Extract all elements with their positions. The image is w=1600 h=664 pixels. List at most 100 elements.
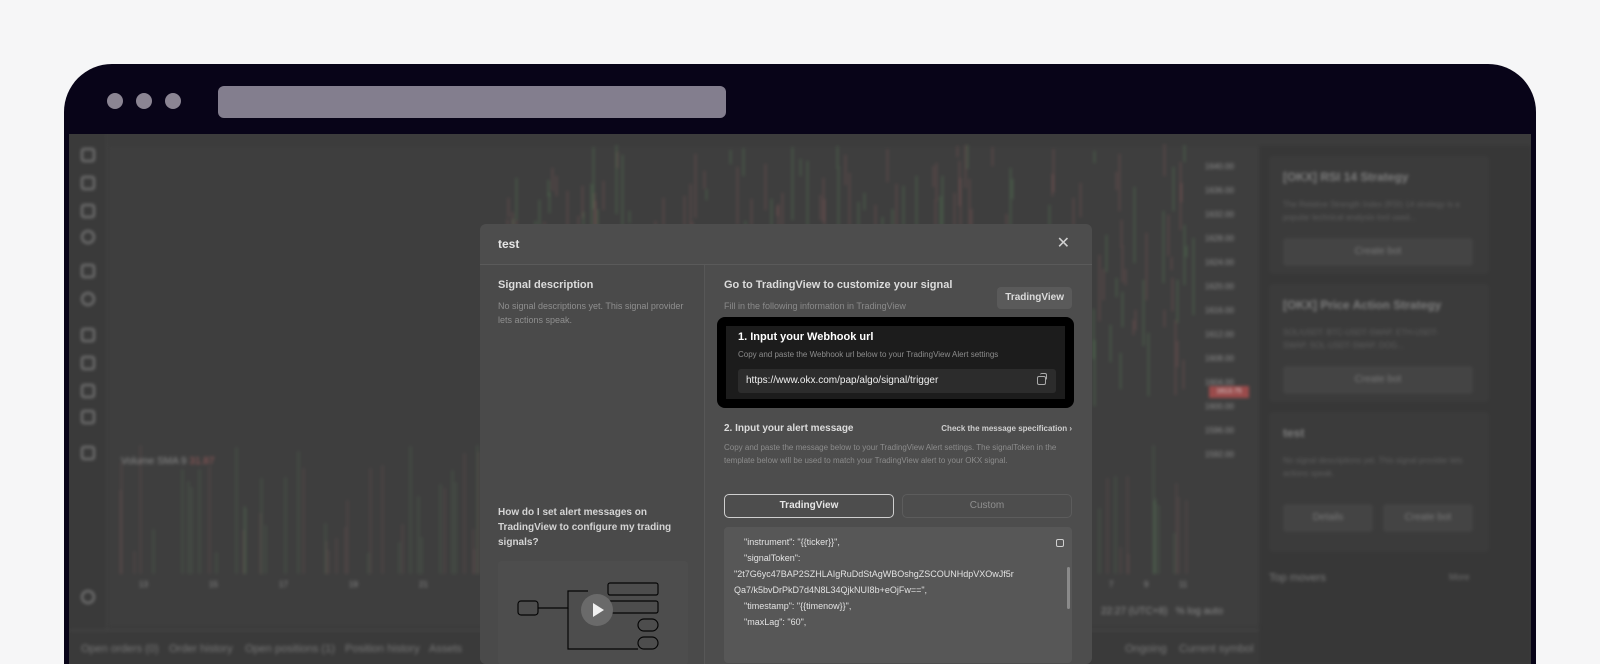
emoji-tool-icon[interactable] bbox=[81, 230, 95, 244]
candle-wick bbox=[552, 168, 554, 191]
code-line: "timestamp": "{{timenow}}", bbox=[744, 601, 852, 611]
code-line: "2t7G6yc47BAP2SZHLAIgRuDdStAgWBOshgZSCOU… bbox=[734, 569, 1014, 579]
strategy-card: [OKX] RSI 14 Strategy The Relative Stren… bbox=[1269, 156, 1489, 274]
current-symbol-toggle[interactable]: Current symbol bbox=[1179, 643, 1254, 655]
address-bar[interactable] bbox=[218, 86, 726, 118]
text-tool-icon[interactable] bbox=[81, 148, 95, 162]
signal-description-text: No signal descriptions yet. This signal … bbox=[498, 301, 684, 325]
webhook-url-text: https://www.okx.com/pap/algo/signal/trig… bbox=[746, 375, 939, 386]
candle-wick bbox=[694, 154, 696, 218]
candle-wick bbox=[592, 146, 594, 210]
close-icon[interactable]: ✕ bbox=[1057, 236, 1070, 252]
details-button[interactable]: Details bbox=[1283, 504, 1373, 532]
axis-options[interactable]: % log auto bbox=[1176, 606, 1223, 617]
tab-assets[interactable]: Assets bbox=[429, 643, 462, 655]
alert-message-title: 2. Input your alert message bbox=[724, 423, 854, 434]
tab-order-history[interactable]: Order history bbox=[169, 643, 233, 655]
candle-wick bbox=[1143, 280, 1145, 346]
ruler-tool-icon[interactable] bbox=[81, 264, 95, 278]
candle-wick bbox=[1094, 339, 1096, 407]
pattern-tool-icon[interactable] bbox=[81, 176, 95, 190]
candle-wick bbox=[1164, 310, 1166, 328]
time-tick: 11 bbox=[1179, 580, 1188, 589]
tab-open-orders[interactable]: Open orders (0) bbox=[81, 643, 159, 655]
code-line: "instrument": "{{ticker}}", bbox=[744, 537, 840, 547]
favorite-tool-icon[interactable] bbox=[81, 590, 95, 604]
play-icon[interactable] bbox=[581, 594, 613, 626]
candle-wick bbox=[1163, 144, 1165, 177]
candle-wick bbox=[1172, 167, 1174, 211]
signal-modal: test ✕ Signal description No signal desc… bbox=[480, 224, 1092, 664]
strategy-desc: The Relative Strength Index (RSI) 14 str… bbox=[1283, 200, 1460, 222]
candle-wick bbox=[1102, 269, 1104, 300]
create-bot-button[interactable]: Create bot bbox=[1283, 238, 1473, 266]
candle-wick bbox=[964, 144, 966, 189]
price-tick: 1608.00 bbox=[1205, 354, 1234, 363]
time-tick: 15 bbox=[209, 580, 218, 589]
candle-wick bbox=[864, 193, 865, 211]
time-tick: 21 bbox=[419, 580, 428, 589]
magnet-tool-icon[interactable] bbox=[81, 328, 95, 342]
strategy-panel: [OKX] RSI 14 Strategy The Relative Stren… bbox=[1259, 146, 1531, 664]
candle-wick bbox=[582, 185, 583, 218]
strategy-desc: SOL/USDT: BTC-USDT-SWAP, ETH-USDT-SWAP, … bbox=[1283, 328, 1439, 350]
volume-bar bbox=[454, 481, 456, 574]
webhook-url-field[interactable]: https://www.okx.com/pap/algo/signal/trig… bbox=[738, 369, 1056, 393]
volume-bar bbox=[418, 496, 420, 574]
candle-wick bbox=[820, 194, 822, 221]
volume-bar bbox=[444, 488, 446, 574]
price-tick: 1628.00 bbox=[1205, 234, 1234, 243]
candle-wick bbox=[1119, 352, 1121, 390]
webhook-subtitle: Copy and paste the Webhook url below to … bbox=[738, 350, 999, 359]
volume-bar bbox=[421, 537, 423, 574]
volume-bar bbox=[134, 550, 136, 574]
trash-icon[interactable] bbox=[81, 446, 95, 460]
tab-open-positions[interactable]: Open positions (1) bbox=[245, 643, 335, 655]
lock-icon[interactable] bbox=[81, 384, 95, 398]
volume-bar bbox=[452, 469, 454, 574]
volume-bar bbox=[1098, 508, 1100, 574]
zoom-tool-icon[interactable] bbox=[81, 292, 95, 306]
candle-wick bbox=[1080, 183, 1082, 218]
volume-bar bbox=[181, 468, 183, 574]
fib-tool-icon[interactable] bbox=[81, 204, 95, 218]
alert-message-desc: Copy and paste the message below to your… bbox=[724, 443, 1057, 465]
message-spec-link[interactable]: Check the message specification › bbox=[941, 424, 1072, 433]
candle-wick bbox=[1147, 333, 1149, 396]
volume-bar bbox=[243, 505, 245, 574]
copy-icon[interactable] bbox=[1037, 373, 1047, 385]
create-bot-button[interactable]: Create bot bbox=[1383, 504, 1473, 532]
candle-wick bbox=[1115, 172, 1117, 191]
candle-wick bbox=[622, 155, 624, 231]
candle-wick bbox=[617, 152, 619, 168]
tab-custom[interactable]: Custom bbox=[902, 494, 1072, 518]
window-dot-icon bbox=[136, 93, 152, 109]
more-link[interactable]: More bbox=[1449, 572, 1470, 582]
volume-bar bbox=[439, 483, 441, 574]
volume-bar bbox=[120, 490, 122, 574]
volume-bar bbox=[188, 480, 190, 574]
code-scrollbar[interactable] bbox=[1067, 567, 1070, 609]
volume-bar bbox=[370, 467, 372, 574]
candle-wick bbox=[1184, 145, 1186, 162]
volume-bar bbox=[152, 529, 154, 574]
window-dot-icon bbox=[165, 93, 181, 109]
tradingview-button[interactable]: TradingView bbox=[997, 287, 1072, 309]
create-bot-button[interactable]: Create bot bbox=[1283, 366, 1473, 394]
eye-icon[interactable] bbox=[81, 410, 95, 424]
copy-code-icon[interactable] bbox=[1056, 539, 1064, 547]
webhook-title: 1. Input your Webhook url bbox=[738, 331, 874, 343]
price-tick: 1612.00 bbox=[1205, 330, 1234, 339]
candle-wick bbox=[1181, 183, 1183, 202]
volume-sma: SMA 9 bbox=[157, 456, 187, 467]
tab-position-history[interactable]: Position history bbox=[345, 643, 420, 655]
ongoing-filter[interactable]: Ongoing bbox=[1125, 643, 1167, 655]
alert-message-code[interactable]: "instrument": "{{ticker}}", "signalToken… bbox=[724, 527, 1072, 663]
price-tick: 1620.00 bbox=[1205, 282, 1234, 291]
tab-tradingview[interactable]: TradingView bbox=[724, 494, 894, 518]
top-movers-title: Top movers bbox=[1269, 572, 1326, 584]
candle-wick bbox=[1124, 269, 1126, 285]
candle-wick bbox=[1011, 179, 1013, 199]
timezone-label: 22:27 (UTC+8) % log auto bbox=[1101, 606, 1223, 617]
pencil-lock-icon[interactable] bbox=[81, 356, 95, 370]
